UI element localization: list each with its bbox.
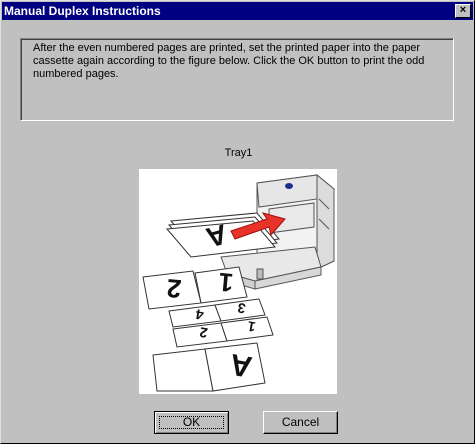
instructions-text: After the even numbered pages are printe…	[33, 42, 425, 80]
ok-button[interactable]: OK	[154, 411, 229, 434]
focus-rectangle	[159, 416, 224, 429]
svg-text:1: 1	[217, 267, 234, 298]
tray-label: Tray1	[224, 147, 253, 159]
printer-indicator	[285, 183, 293, 189]
duplex-figure: A 2 1 4 3 2 1 A	[139, 169, 337, 394]
svg-text:2: 2	[165, 273, 182, 304]
manual-duplex-dialog: Manual Duplex Instructions × After the e…	[0, 0, 475, 444]
cancel-button-label: Cancel	[281, 415, 320, 429]
duplex-illustration: A 2 1 4 3 2 1 A	[142, 173, 335, 392]
instructions-panel: After the even numbered pages are printe…	[20, 38, 454, 121]
close-icon: ×	[459, 4, 467, 16]
title-bar: Manual Duplex Instructions ×	[2, 2, 473, 20]
window-title: Manual Duplex Instructions	[4, 4, 161, 18]
close-button[interactable]: ×	[455, 4, 471, 18]
cancel-button[interactable]: Cancel	[263, 411, 338, 434]
